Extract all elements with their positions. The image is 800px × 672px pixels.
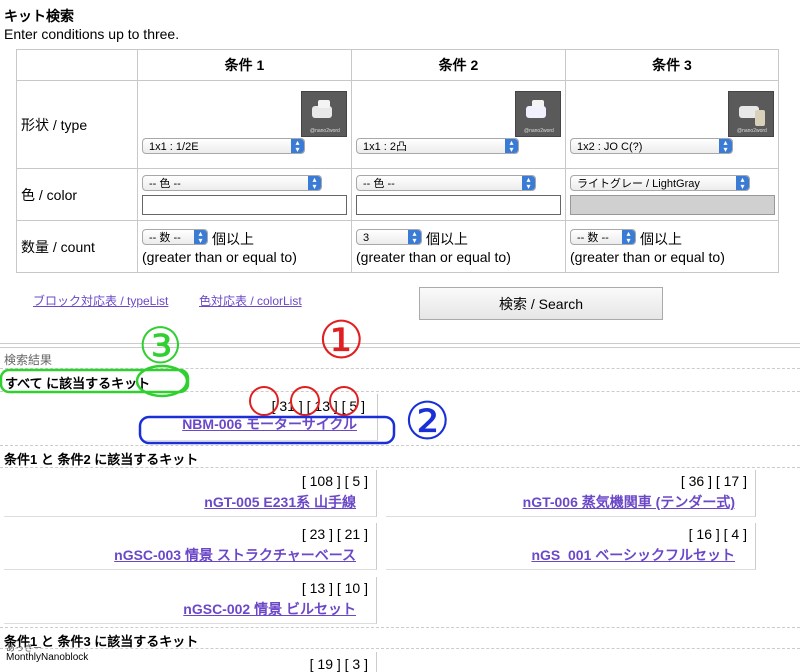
annotation-number-1: ① (318, 312, 365, 370)
red-circle-mark (290, 386, 320, 416)
blue-highlight-box (138, 415, 396, 445)
annotation-overlay (0, 364, 396, 445)
red-circle-mark (329, 386, 359, 416)
annotation-number-3: ③ (138, 318, 183, 374)
red-circle-mark (249, 386, 279, 416)
annotation-number-2: ② (404, 393, 451, 451)
